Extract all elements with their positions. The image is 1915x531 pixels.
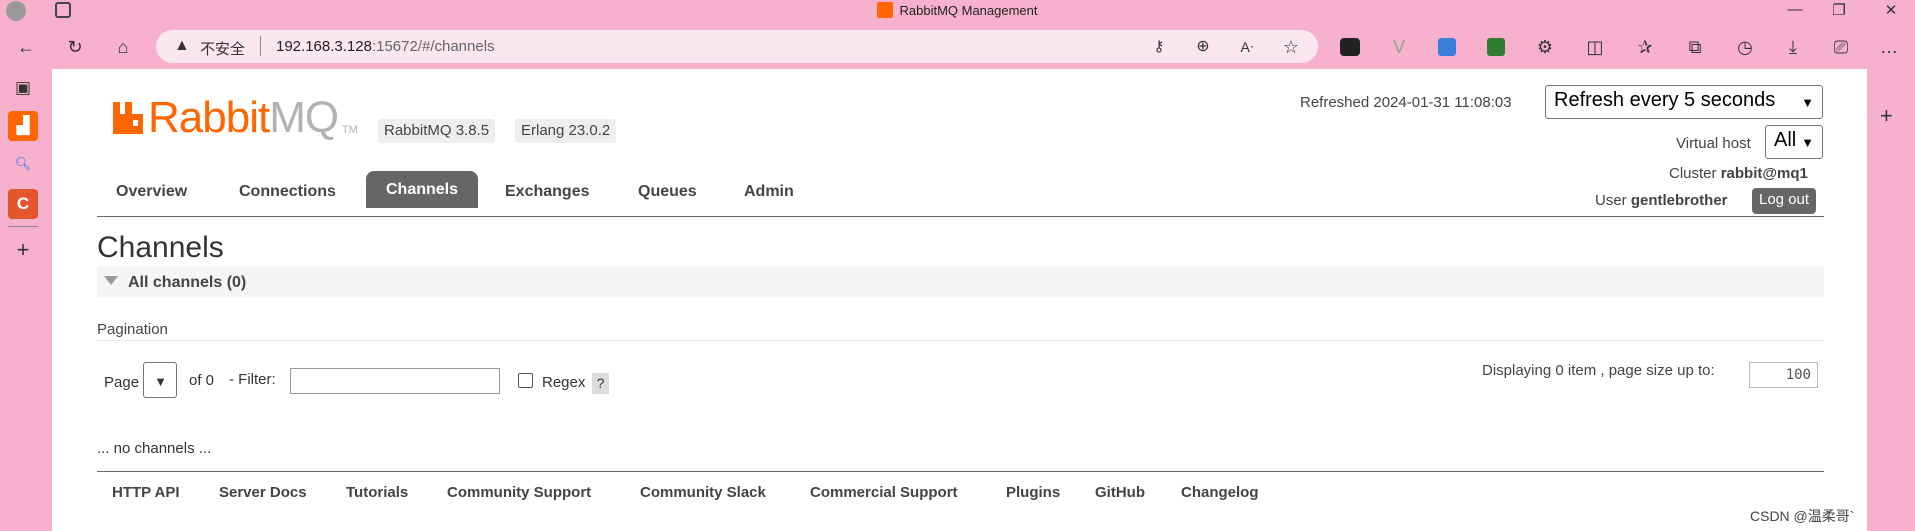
url-separator xyxy=(260,36,261,56)
sidebar-divider xyxy=(8,226,38,227)
page-select[interactable]: ▼ xyxy=(143,362,177,398)
rabbitmq-logo-icon xyxy=(113,102,143,134)
empty-state-text: ... no channels ... xyxy=(97,440,212,457)
pagination-label: Pagination xyxy=(97,321,168,338)
user-label: User xyxy=(1595,192,1627,209)
cluster-label: Cluster xyxy=(1669,165,1717,182)
add-sidebar-icon[interactable]: + xyxy=(8,235,38,265)
sidebar-tabs-icon[interactable]: ▣ xyxy=(8,73,38,103)
pagination-divider xyxy=(97,340,1824,341)
search-icon[interactable]: 🔍︎ xyxy=(8,149,38,179)
zoom-icon[interactable]: ⊕ xyxy=(1190,36,1216,58)
collections-icon[interactable]: ⧉ xyxy=(1682,36,1708,58)
footer-divider xyxy=(97,471,1824,472)
filter-input[interactable] xyxy=(290,368,500,394)
footer-link-server-docs[interactable]: Server Docs xyxy=(219,484,307,501)
history-icon[interactable]: ◷ xyxy=(1732,36,1758,58)
new-tab-plus-icon[interactable]: + xyxy=(1880,103,1893,129)
page-count-text: of 0 xyxy=(189,372,215,389)
collapse-triangle-icon[interactable] xyxy=(104,276,118,285)
footer-link-changelog[interactable]: Changelog xyxy=(1181,484,1259,501)
chevron-down-icon: ▼ xyxy=(1801,135,1814,150)
tab-overview[interactable]: Overview xyxy=(116,180,187,208)
warning-icon[interactable]: ▲ xyxy=(174,37,190,55)
vhost-value: All xyxy=(1774,129,1797,151)
favorite-star-icon[interactable]: ☆ xyxy=(1278,36,1304,58)
page-label: Page xyxy=(104,374,140,391)
logo-text: RabbitMQ xyxy=(148,93,339,143)
user-value: gentlebrother xyxy=(1630,192,1728,209)
refreshed-timestamp: Refreshed 2024-01-31 11:08:03 xyxy=(1300,94,1512,111)
url-host: 192.168.3.128 xyxy=(276,38,372,55)
logo-mq: MQ xyxy=(269,93,339,142)
window-title: RabbitMQ Management xyxy=(0,2,1915,18)
footer-link-http-api[interactable]: HTTP API xyxy=(112,484,180,501)
footer-link-plugins[interactable]: Plugins xyxy=(1006,484,1060,501)
refresh-interval-select[interactable]: Refresh every 5 seconds ▼ xyxy=(1545,85,1823,119)
refresh-icon[interactable]: ↻ xyxy=(62,36,88,58)
home-icon[interactable]: ⌂ xyxy=(110,36,136,58)
split-screen-icon[interactable]: ◫ xyxy=(1582,36,1608,58)
page-title: Channels xyxy=(97,231,224,264)
chevron-down-icon: ▼ xyxy=(1801,95,1814,110)
vhost-select[interactable]: All ▼ xyxy=(1765,125,1823,159)
user-info: User gentlebrother xyxy=(1595,192,1728,209)
regex-help-button[interactable]: ? xyxy=(592,373,609,394)
refresh-interval-value: Refresh every 5 seconds xyxy=(1554,89,1776,111)
key-icon[interactable]: ⚷ xyxy=(1146,36,1172,58)
screenshot-icon[interactable]: ⎚ xyxy=(1828,36,1854,58)
tab-admin[interactable]: Admin xyxy=(744,180,794,208)
vhost-label: Virtual host xyxy=(1676,135,1751,152)
extension-green-icon[interactable] xyxy=(1487,38,1505,56)
favorites-icon[interactable]: ✰ xyxy=(1632,36,1658,58)
extension-icon[interactable]: ⚙ xyxy=(1532,36,1558,58)
extension-v-icon[interactable]: V xyxy=(1386,36,1412,58)
restore-button[interactable]: ❐ xyxy=(1824,1,1854,19)
tab-queues[interactable]: Queues xyxy=(638,180,697,208)
chevron-down-icon: ▼ xyxy=(154,374,167,389)
tab-exchanges[interactable]: Exchanges xyxy=(505,180,589,208)
cluster-value: rabbit@mq1 xyxy=(1720,165,1808,182)
section-title[interactable]: All channels (0) xyxy=(128,274,246,292)
security-label[interactable]: 不安全 xyxy=(200,38,245,59)
logo-trademark: TM xyxy=(342,124,358,136)
tab-channels[interactable]: Channels xyxy=(366,171,478,208)
download-icon[interactable]: ⤓ xyxy=(1780,36,1806,58)
cluster-info: Cluster rabbit@mq1 xyxy=(1669,165,1808,182)
footer-link-community-support[interactable]: Community Support xyxy=(447,484,591,501)
regex-label: Regex xyxy=(542,374,586,391)
csdn-watermark: CSDN @温柔哥` xyxy=(1750,508,1855,524)
rabbitmq-tab-icon xyxy=(877,2,894,18)
page-size-input[interactable]: 100 xyxy=(1749,362,1818,388)
extension-blue-icon[interactable] xyxy=(1438,38,1456,56)
minimize-button[interactable]: — xyxy=(1780,1,1810,18)
more-icon[interactable]: … xyxy=(1876,36,1902,58)
rabbitmq-sidebar-icon[interactable]: ▟ xyxy=(8,111,38,141)
filter-label: - Filter: xyxy=(229,371,276,388)
extension-dark-icon[interactable] xyxy=(1340,38,1360,56)
section-header[interactable] xyxy=(97,267,1824,297)
back-icon[interactable]: ← xyxy=(13,36,39,58)
logo-rabbit: Rabbit xyxy=(148,93,270,142)
footer-link-community-slack[interactable]: Community Slack xyxy=(640,484,766,501)
erlang-version-badge: Erlang 23.0.2 xyxy=(515,119,617,143)
csdn-sidebar-icon[interactable]: C xyxy=(8,189,38,219)
url-path: :15672/#/channels xyxy=(371,38,495,55)
rabbitmq-version-badge: RabbitMQ 3.8.5 xyxy=(378,119,496,143)
close-button[interactable]: ✕ xyxy=(1876,1,1906,19)
nav-divider xyxy=(97,216,1824,217)
tab-connections[interactable]: Connections xyxy=(239,180,336,208)
read-aloud-icon[interactable]: Aᐧ xyxy=(1234,36,1260,58)
footer-link-tutorials[interactable]: Tutorials xyxy=(346,484,408,501)
footer-link-github[interactable]: GitHub xyxy=(1095,484,1145,501)
logout-button[interactable]: Log out xyxy=(1752,188,1817,214)
footer-link-commercial-support[interactable]: Commercial Support xyxy=(810,484,958,501)
displaying-text: Displaying 0 item , page size up to: xyxy=(1482,362,1715,379)
regex-checkbox[interactable] xyxy=(518,373,533,388)
url-text[interactable]: 192.168.3.128:15672/#/channels xyxy=(276,38,495,55)
